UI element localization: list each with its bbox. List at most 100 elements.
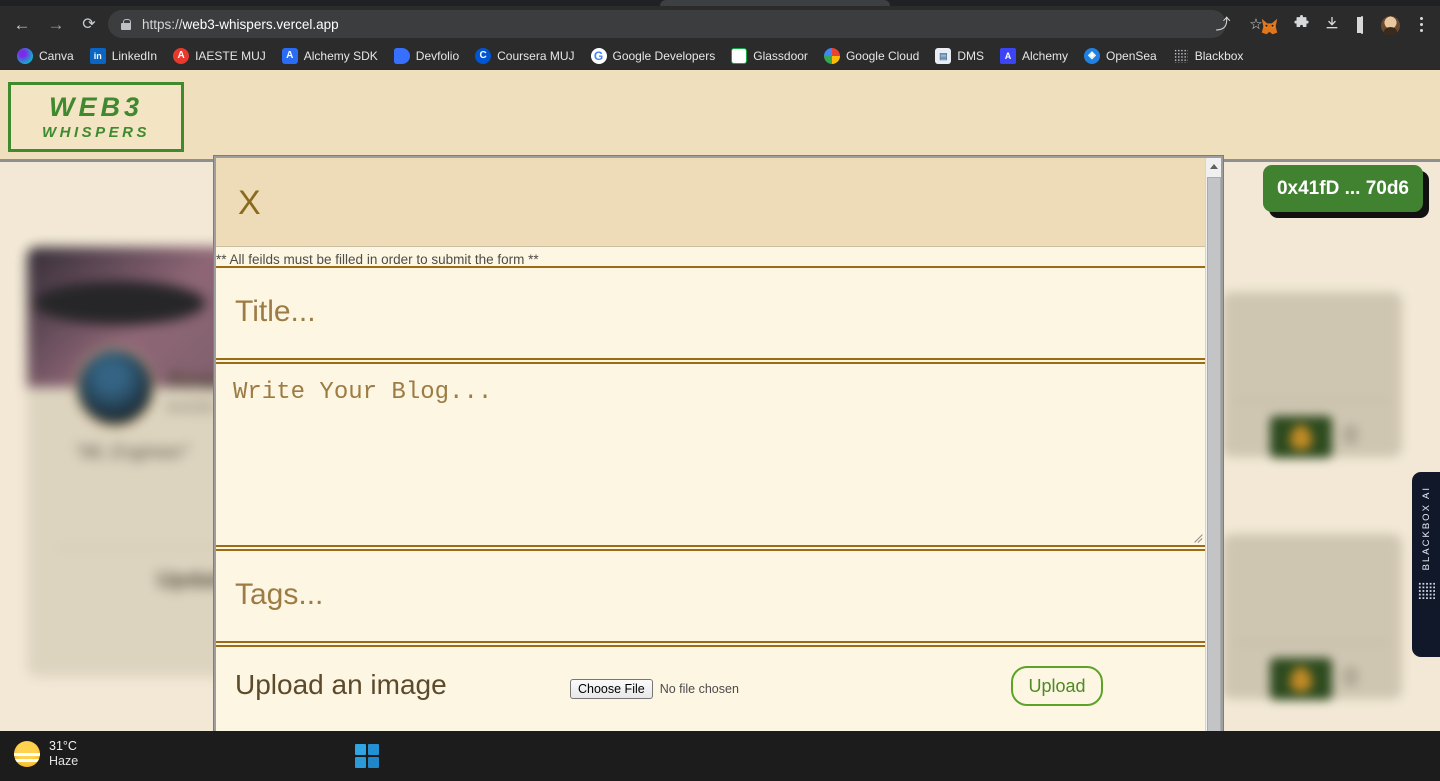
bookmark-label: Blackbox bbox=[1194, 49, 1244, 63]
bookmark-label: Google Developers bbox=[612, 49, 716, 63]
feed-card: 0 bbox=[1222, 292, 1402, 458]
dms-icon: ▤ bbox=[935, 48, 952, 64]
bookmark-alchemy[interactable]: A Alchemy bbox=[993, 45, 1075, 67]
choose-file-button[interactable]: Choose File bbox=[570, 679, 653, 699]
card-divider bbox=[1236, 642, 1388, 643]
feed-card: 0 bbox=[1222, 534, 1402, 700]
blackbox-icon bbox=[1173, 48, 1189, 64]
bookmark-label: Devfolio bbox=[415, 49, 460, 63]
modal-body: ** All feilds must be filled in order to… bbox=[216, 247, 1221, 731]
title-input-placeholder: Title... bbox=[235, 295, 316, 328]
bookmark-label: OpenSea bbox=[1106, 49, 1157, 63]
reload-icon[interactable]: ⟳ bbox=[78, 14, 100, 36]
browser-chrome: ← → ⟳ https://web3-whispers.vercel.app ⤴… bbox=[0, 0, 1440, 70]
tip-count: 0 bbox=[1344, 422, 1358, 449]
bookmark-label: DMS bbox=[957, 49, 984, 63]
tip-button[interactable] bbox=[1270, 416, 1332, 458]
bookmark-blackbox[interactable]: Blackbox bbox=[1166, 45, 1251, 67]
browser-toolbar: ← → ⟳ https://web3-whispers.vercel.app ⤴… bbox=[0, 6, 1440, 42]
site-header: WEB3 WHISPERS bbox=[0, 70, 1440, 162]
linkedin-icon: in bbox=[89, 48, 106, 64]
bookmark-alchemy-sdk[interactable]: A Alchemy SDK bbox=[275, 45, 385, 67]
weather-condition: Haze bbox=[49, 753, 79, 768]
bookmark-dms[interactable]: ▤ DMS bbox=[928, 45, 991, 67]
logo-line-1: WEB3 bbox=[48, 92, 143, 122]
forward-icon[interactable]: → bbox=[45, 14, 67, 36]
google-cloud-icon bbox=[823, 48, 840, 64]
upload-button[interactable]: Upload bbox=[1011, 666, 1103, 706]
textarea-resize-handle[interactable] bbox=[1193, 530, 1205, 542]
card-divider bbox=[1236, 400, 1388, 401]
file-input[interactable]: Choose File No file chosen bbox=[570, 679, 739, 699]
profile-avatar[interactable] bbox=[1381, 16, 1400, 35]
start-button-icon[interactable] bbox=[355, 744, 379, 768]
profile-avatar-image bbox=[75, 347, 155, 427]
tags-field[interactable]: Tags... bbox=[216, 549, 1209, 643]
blog-input-placeholder: Write Your Blog... bbox=[233, 379, 493, 406]
url-text: https://web3-whispers.vercel.app bbox=[142, 16, 339, 32]
blackbox-ai-tab[interactable]: BLACKBOX AI bbox=[1412, 472, 1440, 657]
bookmark-label: Glassdoor bbox=[753, 49, 808, 63]
web-page: WEB3 WHISPERS 0x41fD ... 70d6 Aneeshaa 0… bbox=[0, 70, 1440, 731]
bookmark-label: Alchemy bbox=[1022, 49, 1069, 63]
upload-image-label: Upload an image bbox=[235, 669, 447, 700]
close-icon[interactable]: X bbox=[238, 186, 261, 220]
iaeste-icon: A bbox=[173, 48, 190, 64]
download-icon[interactable] bbox=[1322, 15, 1342, 35]
file-status-text: No file chosen bbox=[659, 682, 739, 696]
blackbox-logo-icon bbox=[1417, 582, 1435, 600]
bookmark-google-developers[interactable]: G Google Developers bbox=[584, 45, 723, 67]
bookmark-label: IAESTE MUJ bbox=[195, 49, 266, 63]
haze-sun-icon bbox=[14, 740, 40, 767]
back-icon[interactable]: ← bbox=[11, 14, 33, 36]
bookmark-google-cloud[interactable]: Google Cloud bbox=[817, 45, 926, 67]
coursera-icon: C bbox=[475, 48, 492, 64]
site-logo[interactable]: WEB3 WHISPERS bbox=[8, 82, 184, 152]
tip-count: 0 bbox=[1344, 664, 1358, 691]
google-developers-icon: G bbox=[590, 48, 607, 64]
blackbox-ai-label: BLACKBOX AI bbox=[1420, 486, 1432, 571]
form-required-note: ** All feilds must be filled in order to… bbox=[216, 252, 539, 267]
title-field[interactable]: Title... bbox=[216, 266, 1209, 360]
bookmark-glassdoor[interactable]: Glassdoor bbox=[724, 45, 815, 67]
alchemy-icon: A bbox=[1000, 48, 1016, 64]
bookmark-label: Alchemy SDK bbox=[303, 49, 378, 63]
alchemy-sdk-icon: A bbox=[281, 48, 298, 64]
bookmark-coursera-muj[interactable]: C Coursera MUJ bbox=[468, 45, 581, 67]
devfolio-icon bbox=[393, 48, 410, 64]
glassdoor-icon bbox=[731, 48, 748, 64]
canva-icon bbox=[17, 48, 33, 64]
bookmark-canva[interactable]: Canva bbox=[10, 45, 81, 67]
share-icon[interactable]: ⤴ bbox=[1213, 15, 1233, 35]
upload-row: Upload an image Choose File No file chos… bbox=[216, 645, 1209, 731]
opensea-icon: ◈ bbox=[1084, 48, 1101, 64]
extensions-puzzle-icon[interactable] bbox=[1291, 15, 1311, 35]
bookmark-iaeste-muj[interactable]: A IAESTE MUJ bbox=[166, 45, 273, 67]
bookmark-linkedin[interactable]: in LinkedIn bbox=[83, 45, 164, 67]
bookmark-devfolio[interactable]: Devfolio bbox=[387, 45, 466, 67]
modal-scrollbar[interactable] bbox=[1205, 158, 1221, 731]
bookmarks-bar: Canva in LinkedIn A IAESTE MUJ A Alchemy… bbox=[0, 42, 1440, 70]
bookmark-label: Canva bbox=[39, 49, 74, 63]
bookmark-opensea[interactable]: ◈ OpenSea bbox=[1077, 45, 1164, 67]
logo-line-2: WHISPERS bbox=[41, 124, 150, 141]
lock-icon bbox=[120, 18, 132, 30]
windows-taskbar: 31°C Haze Search b 27 W P X ? bbox=[0, 731, 1440, 781]
tags-input-placeholder: Tags... bbox=[235, 578, 324, 611]
address-bar[interactable]: https://web3-whispers.vercel.app bbox=[108, 10, 1226, 38]
browser-menu-icon[interactable] bbox=[1414, 14, 1428, 34]
profile-bio: "ML Engineer" bbox=[75, 442, 190, 462]
scroll-up-icon[interactable] bbox=[1206, 158, 1221, 175]
tip-button[interactable] bbox=[1270, 658, 1332, 700]
weather-temperature: 31°C bbox=[49, 739, 77, 753]
screen: ← → ⟳ https://web3-whispers.vercel.app ⤴… bbox=[0, 0, 1440, 781]
bookmark-label: LinkedIn bbox=[111, 49, 158, 63]
scrollbar-thumb[interactable] bbox=[1207, 177, 1221, 731]
weather-widget[interactable]: 31°C Haze bbox=[14, 739, 78, 769]
bookmark-label: Google Cloud bbox=[845, 49, 920, 63]
blog-textarea-field[interactable]: Write Your Blog... bbox=[216, 362, 1209, 547]
create-post-modal: X ** All feilds must be filled in order … bbox=[214, 156, 1223, 731]
side-panel-icon[interactable] bbox=[1352, 15, 1372, 35]
metamask-fox-icon[interactable] bbox=[1260, 18, 1279, 35]
bookmark-label: Coursera MUJ bbox=[497, 49, 575, 63]
